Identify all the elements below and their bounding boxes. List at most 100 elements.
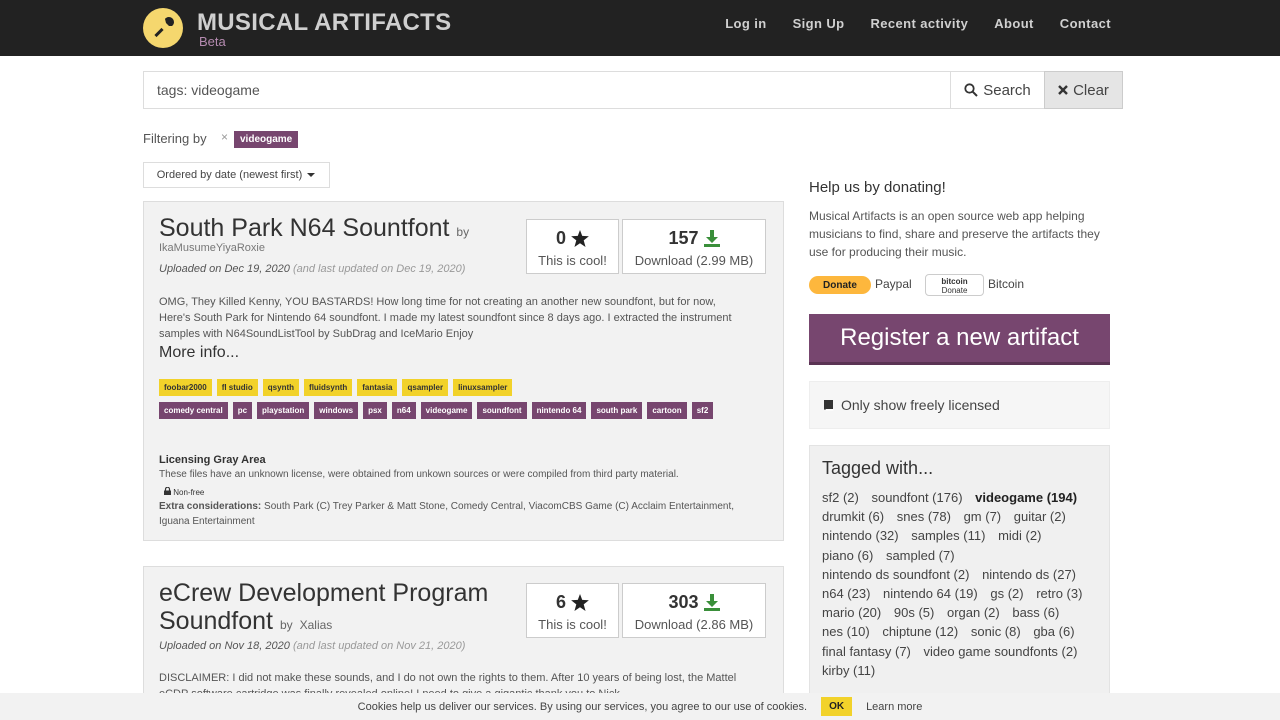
- clear-button[interactable]: Clear: [1044, 71, 1123, 109]
- tag-cloud-item[interactable]: final fantasy (7): [822, 644, 911, 659]
- tag-cloud-item[interactable]: nintendo 64 (19): [883, 586, 978, 601]
- tag-cloud-item[interactable]: retro (3): [1036, 586, 1082, 601]
- cookie-learn-more-link[interactable]: Learn more: [866, 701, 922, 713]
- tag-cloud-item[interactable]: gs (2): [990, 586, 1023, 601]
- download-button[interactable]: 303 Download (2.86 MB): [622, 583, 766, 638]
- nonfree-badge: Non-free: [164, 486, 204, 497]
- artifact-tag[interactable]: comedy central: [159, 402, 228, 419]
- nav-login[interactable]: Log in: [725, 16, 766, 31]
- artifact-by: by: [456, 225, 470, 239]
- tag-cloud-item[interactable]: midi (2): [998, 528, 1041, 543]
- brand-subtitle: Beta: [199, 34, 226, 49]
- book-icon: [824, 399, 834, 411]
- free-license-filter[interactable]: Only show freely licensed: [809, 381, 1110, 429]
- more-info-link[interactable]: More info...: [159, 344, 239, 362]
- register-artifact-button[interactable]: Register a new artifact: [809, 314, 1110, 365]
- tag-cloud-item[interactable]: nes (10): [822, 624, 870, 639]
- tag-cloud-item[interactable]: gba (6): [1033, 624, 1074, 639]
- nav-signup[interactable]: Sign Up: [793, 16, 845, 31]
- logo-mic-icon[interactable]: [143, 8, 183, 48]
- active-filter-tag[interactable]: videogame: [234, 131, 299, 148]
- artifact-author[interactable]: IkaMusumeYiyaRoxie: [159, 242, 265, 254]
- like-button[interactable]: 6 This is cool!: [526, 583, 619, 638]
- caret-down-icon: [307, 173, 316, 177]
- bitcoin-label: Bitcoin: [988, 277, 1025, 291]
- artifact-tag[interactable]: south park: [591, 402, 643, 419]
- artifact-tag[interactable]: n64: [391, 402, 416, 419]
- artifact-title-text[interactable]: South Park N64 Sountfont: [159, 214, 449, 242]
- search-button[interactable]: Search: [950, 71, 1045, 109]
- tag-cloud-panel: Tagged with... sf2 (2) soundfont (176) v…: [809, 445, 1110, 705]
- artifact-title-text[interactable]: eCrew Development Program: [159, 579, 488, 607]
- close-icon: [1058, 85, 1068, 95]
- artifact-title[interactable]: eCrew Development Program Soundfont by X…: [159, 579, 488, 639]
- tag-cloud-item[interactable]: nintendo ds (27): [982, 567, 1076, 582]
- tag-cloud-item[interactable]: n64 (23): [822, 586, 870, 601]
- paypal-donate-button[interactable]: Donate: [809, 276, 871, 294]
- tag-cloud-item[interactable]: sampled (7): [886, 548, 955, 563]
- brand-title[interactable]: MUSICAL ARTIFACTS: [197, 9, 451, 37]
- order-dropdown-label: Ordered by date (newest first): [156, 169, 303, 181]
- nav-contact[interactable]: Contact: [1060, 16, 1111, 31]
- tag-cloud-item[interactable]: soundfont (176): [871, 490, 962, 505]
- tag-cloud-item[interactable]: gm (7): [964, 509, 1002, 524]
- search-input[interactable]: [143, 71, 951, 109]
- tag-cloud-item[interactable]: samples (11): [911, 528, 985, 543]
- software-tag[interactable]: linuxsampler: [453, 379, 513, 396]
- nav-recent-activity[interactable]: Recent activity: [870, 16, 968, 31]
- remove-filter-icon[interactable]: ×: [221, 130, 228, 144]
- cookie-text: Cookies help us deliver our services. By…: [357, 700, 808, 713]
- clear-button-label: Clear: [1073, 81, 1109, 99]
- tag-cloud-title: Tagged with...: [822, 458, 934, 478]
- software-tag[interactable]: qsynth: [262, 379, 300, 396]
- tag-cloud-item[interactable]: nintendo (32): [822, 528, 899, 543]
- artifact-tag[interactable]: pc: [232, 402, 253, 419]
- artifact-tag[interactable]: cartoon: [647, 402, 687, 419]
- artifact-tag[interactable]: playstation: [257, 402, 310, 419]
- filtering-label: Filtering by: [143, 131, 207, 146]
- software-tag[interactable]: qsampler: [402, 379, 449, 396]
- main-nav: Log in Sign Up Recent activity About Con…: [725, 16, 1111, 31]
- update-date: (and last updated on Nov 21, 2020): [292, 640, 466, 652]
- tag-cloud-item[interactable]: guitar (2): [1014, 509, 1066, 524]
- tag-cloud-item[interactable]: kirby (11): [822, 663, 875, 678]
- tag-cloud-item[interactable]: sonic (8): [971, 624, 1021, 639]
- artifact-tag[interactable]: nintendo 64: [531, 402, 587, 419]
- tag-cloud-item[interactable]: chiptune (12): [882, 624, 958, 639]
- tag-cloud-item[interactable]: snes (78): [897, 509, 951, 524]
- bitcoin-button-line1: bitcoin: [941, 277, 968, 286]
- artifact-title-text[interactable]: Soundfont: [159, 607, 273, 635]
- top-navbar: MUSICAL ARTIFACTS Beta Log in Sign Up Re…: [0, 0, 1280, 56]
- software-tag[interactable]: fluidsynth: [304, 379, 353, 396]
- extra-considerations: Extra considerations: South Park (C) Tre…: [159, 499, 749, 529]
- artifact-tag[interactable]: soundfont: [477, 402, 527, 419]
- bitcoin-donate-button[interactable]: bitcoin Donate: [925, 274, 984, 296]
- tag-cloud-item[interactable]: videogame (194): [975, 490, 1077, 505]
- tag-cloud-item[interactable]: organ (2): [947, 605, 1000, 620]
- artifact-by: by: [279, 618, 293, 632]
- tag-cloud-item[interactable]: bass (6): [1012, 605, 1059, 620]
- software-tag[interactable]: foobar2000: [159, 379, 212, 396]
- search-button-label: Search: [983, 81, 1031, 99]
- tag-cloud-item[interactable]: piano (6): [822, 548, 873, 563]
- tag-cloud-item[interactable]: drumkit (6): [822, 509, 884, 524]
- artifact-tag[interactable]: psx: [363, 402, 387, 419]
- tag-cloud-item[interactable]: nintendo ds soundfont (2): [822, 567, 969, 582]
- cookie-ok-button[interactable]: OK: [821, 697, 853, 716]
- artifact-author[interactable]: Xalias: [300, 618, 333, 632]
- software-tag[interactable]: fantasia: [357, 379, 398, 396]
- order-dropdown[interactable]: Ordered by date (newest first): [143, 162, 330, 188]
- nav-about[interactable]: About: [994, 16, 1034, 31]
- tag-cloud-item[interactable]: mario (20): [822, 605, 881, 620]
- tag-cloud-item[interactable]: video game soundfonts (2): [924, 644, 1078, 659]
- artifact-tag[interactable]: windows: [314, 402, 359, 419]
- tag-cloud-item[interactable]: sf2 (2): [822, 490, 859, 505]
- tag-cloud-item[interactable]: 90s (5): [894, 605, 934, 620]
- download-count: 157: [668, 228, 699, 248]
- paypal-label: Paypal: [875, 277, 912, 291]
- like-button[interactable]: 0 This is cool!: [526, 219, 619, 274]
- artifact-tag[interactable]: videogame: [420, 402, 473, 419]
- artifact-tag[interactable]: sf2: [691, 402, 714, 419]
- download-button[interactable]: 157 Download (2.99 MB): [622, 219, 766, 274]
- software-tag[interactable]: fl studio: [216, 379, 258, 396]
